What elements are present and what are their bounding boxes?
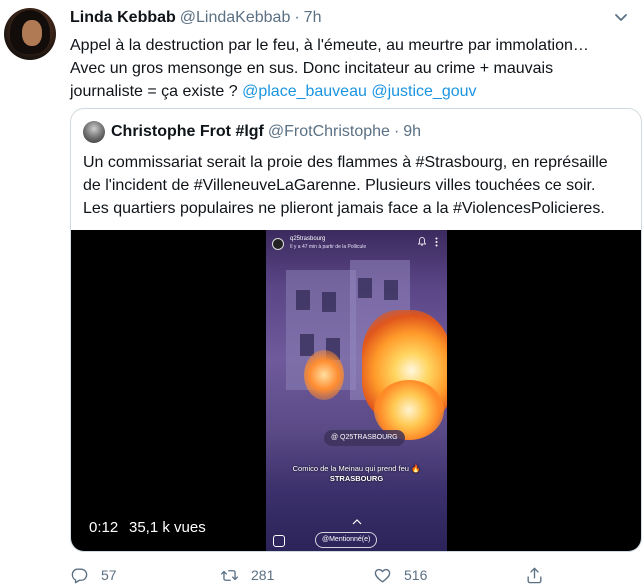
reply-button[interactable]: 57 <box>70 564 117 586</box>
embedded-header: q25trasbourg Il y a 47 min à partir de l… <box>272 236 442 258</box>
share-button[interactable] <box>525 564 556 586</box>
tweet-header: Linda Kebbab @LindaKebbab · 7h <box>70 6 321 30</box>
author-name[interactable]: Linda Kebbab <box>70 9 176 27</box>
location-tag: @ Q25TRASBOURG <box>324 430 405 446</box>
quoted-tweet[interactable]: Christophe Frot #lgf @FrotChristophe · 9… <box>70 108 642 552</box>
window-shape <box>358 278 372 298</box>
separator-dot: · <box>393 123 400 140</box>
mention-link[interactable]: @justice_gouv <box>371 83 476 100</box>
reply-count: 57 <box>101 567 117 583</box>
retweet-button[interactable]: 281 <box>220 564 274 586</box>
quoted-avatar <box>83 121 105 143</box>
video-frame: q25trasbourg Il y a 47 min à partir de l… <box>266 230 447 551</box>
separator-dot: · <box>294 9 300 26</box>
tweet[interactable]: Linda Kebbab @LindaKebbab · 7h Appel à l… <box>0 0 642 588</box>
tweet-text-segment: journaliste = ça existe ? <box>70 83 243 100</box>
window-shape <box>384 280 398 300</box>
caption-line: STRASBOURG <box>329 474 384 483</box>
reply-icon <box>71 567 88 583</box>
mention-link[interactable]: @place_bauveau <box>242 83 367 100</box>
retweet-icon <box>220 569 239 581</box>
video-views: 35,1 k vues <box>129 519 206 536</box>
quoted-text-line: Un commissariat serait la proie des flam… <box>83 154 608 171</box>
action-bar: 57 281 516 <box>70 564 642 588</box>
author-avatar[interactable] <box>4 8 56 60</box>
quoted-time: 9h <box>403 123 422 140</box>
tweet-time[interactable]: 7h <box>304 9 322 27</box>
embedded-caption: Comico de la Meinau qui prend feu 🔥 STRA… <box>266 464 447 484</box>
embedded-username: q25trasbourg <box>290 236 326 242</box>
avatar-face <box>22 20 42 46</box>
chevron-up-icon <box>352 519 362 525</box>
quoted-author-handle: @FrotChristophe <box>267 123 390 140</box>
window-shape <box>322 292 336 312</box>
embedded-subtitle: Il y a 47 min à partir de la Pollicule <box>290 244 367 250</box>
retweet-count: 281 <box>251 567 275 583</box>
like-icon <box>374 568 391 583</box>
quoted-header: Christophe Frot #lgf @FrotChristophe · 9… <box>83 121 421 143</box>
embedded-avatar <box>272 238 284 250</box>
tweet-text-line: journaliste = ça existe ? @place_bauveau… <box>70 80 630 103</box>
caret-down-icon[interactable] <box>612 8 630 26</box>
share-icon <box>527 567 542 583</box>
quoted-author-name: Christophe Frot #lgf <box>111 123 264 140</box>
tweet-text-line: Appel à la destruction par le feu, à l'é… <box>70 37 589 54</box>
quoted-text-line: Les quartiers populaires ne plieront jam… <box>83 200 605 217</box>
fire-glow <box>304 350 344 400</box>
square-icon <box>273 535 285 547</box>
tweet-text: Appel à la destruction par le feu, à l'é… <box>70 34 630 103</box>
tweet-text-line: Avec un gros mensonge en sus. Donc incit… <box>70 60 554 77</box>
caption-line: Comico de la Meinau qui prend feu 🔥 <box>292 464 421 473</box>
quoted-text-line: de l'incident de #VilleneuveLaGarenne. P… <box>83 177 596 194</box>
author-handle[interactable]: @LindaKebbab <box>180 9 291 27</box>
video-player[interactable]: q25trasbourg Il y a 47 min à partir de l… <box>71 230 641 551</box>
bell-icon <box>418 237 426 246</box>
embedded-mention: @Mentionné(e) <box>315 532 378 548</box>
quoted-text: Un commissariat serait la proie des flam… <box>83 151 633 220</box>
window-shape <box>296 290 310 310</box>
video-timestamp: 0:12 <box>89 519 119 536</box>
more-icon <box>435 237 438 247</box>
like-button[interactable]: 516 <box>373 564 427 586</box>
like-count: 516 <box>404 567 428 583</box>
window-shape <box>300 334 314 356</box>
